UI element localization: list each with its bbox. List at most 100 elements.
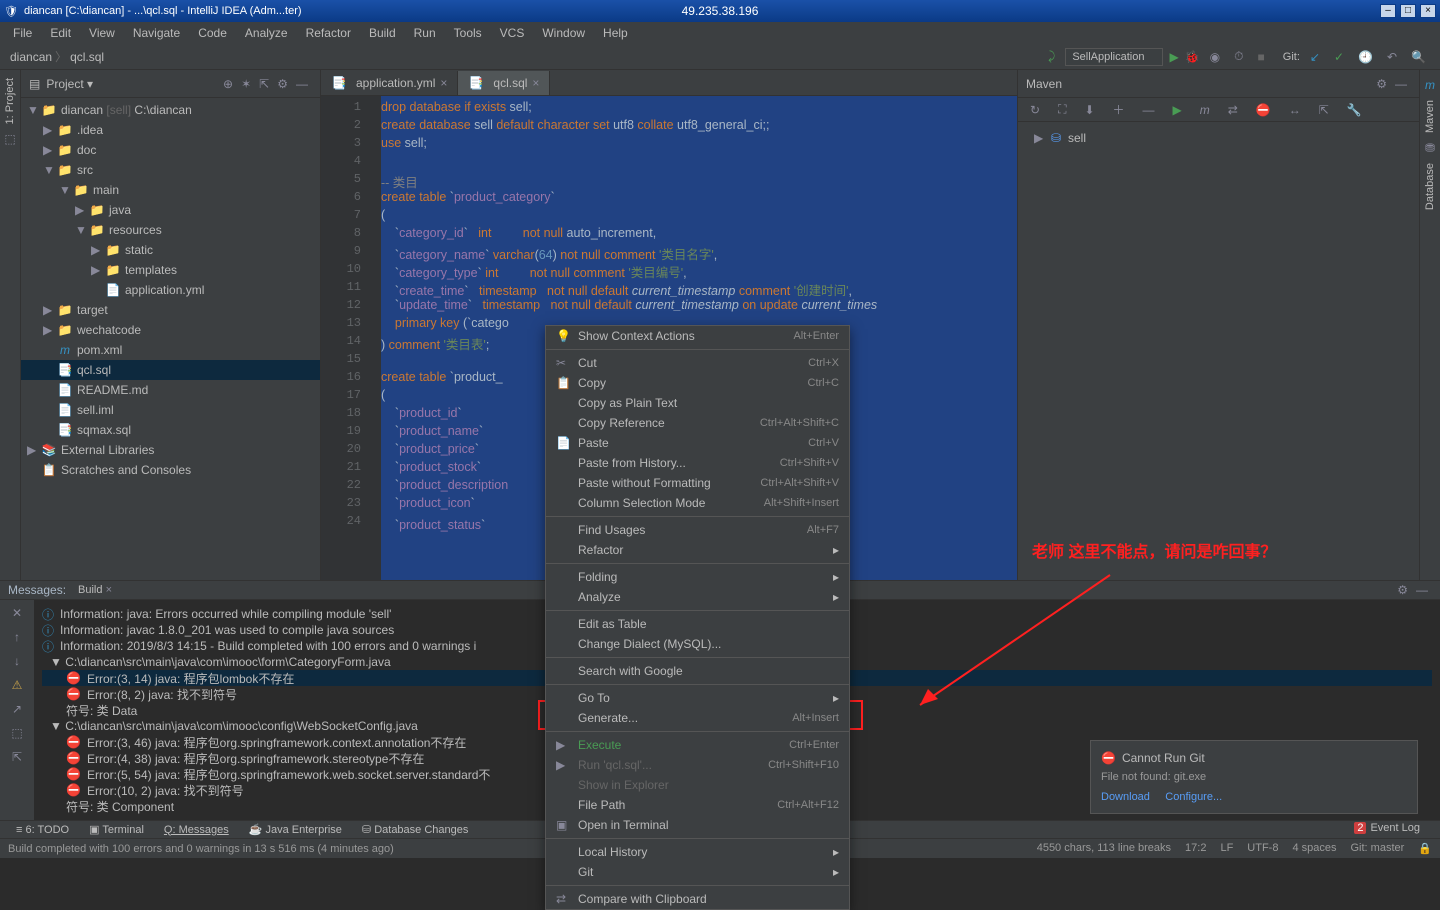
tree-node-application.yml[interactable]: 📄application.yml bbox=[21, 280, 320, 300]
close-icon[interactable]: × bbox=[106, 584, 112, 596]
messages-gear-icon[interactable]: ⚙ bbox=[1393, 583, 1412, 597]
tree-node-README.md[interactable]: 📄README.md bbox=[21, 380, 320, 400]
debug-button[interactable]: 🐞 bbox=[1185, 50, 1200, 64]
maven-generate-icon[interactable]: ⛶ bbox=[1054, 102, 1070, 117]
bottom-tab-0[interactable]: ≡ 6: TODO bbox=[6, 824, 79, 836]
external-libraries[interactable]: ▶📚External Libraries bbox=[21, 440, 320, 460]
locate-icon[interactable]: ⊕ bbox=[223, 77, 233, 91]
tree-node-doc[interactable]: ▶📁doc bbox=[21, 140, 320, 160]
bottom-tab-1[interactable]: ▣ Terminal bbox=[79, 823, 154, 836]
ctx-Paste[interactable]: 📄PasteCtrl+V bbox=[546, 433, 849, 453]
msg-collapse-icon[interactable]: ⇱ bbox=[8, 750, 26, 764]
maven-root[interactable]: ▶ ⛁ sell bbox=[1028, 128, 1409, 148]
gear-icon[interactable]: ⚙ bbox=[277, 77, 288, 91]
ctx-Paste from History...[interactable]: Paste from History...Ctrl+Shift+V bbox=[546, 453, 849, 473]
maven-remove-icon[interactable]: — bbox=[1139, 103, 1159, 117]
commander-icon[interactable]: ⬚ bbox=[4, 132, 15, 146]
maven-gear-icon[interactable]: ⚙ bbox=[1376, 77, 1387, 91]
tree-node-.idea[interactable]: ▶📁.idea bbox=[21, 120, 320, 140]
menu-analyze[interactable]: Analyze bbox=[236, 26, 297, 40]
coverage-icon[interactable]: ◉ bbox=[1206, 50, 1224, 64]
tree-node-java[interactable]: ▶📁java bbox=[21, 200, 320, 220]
menu-refactor[interactable]: Refactor bbox=[297, 26, 360, 40]
maven-add-icon[interactable]: ＋ bbox=[1109, 101, 1129, 118]
bottom-tab-3[interactable]: ☕ Java Enterprise bbox=[239, 823, 352, 836]
git-history-icon[interactable]: 🕘 bbox=[1354, 50, 1377, 64]
msg-expand-icon[interactable]: ⬚ bbox=[7, 726, 26, 740]
git-download-link[interactable]: Download bbox=[1101, 791, 1150, 803]
messages-build-tab[interactable]: Build × bbox=[66, 584, 124, 596]
tree-node-sqmax.sql[interactable]: 📑sqmax.sql bbox=[21, 420, 320, 440]
ctx-Cut[interactable]: ✂CutCtrl+X bbox=[546, 353, 849, 373]
status-git[interactable]: Git: master bbox=[1351, 842, 1405, 855]
tab-application.yml[interactable]: 📑application.yml× bbox=[321, 71, 458, 95]
project-root[interactable]: ▼📁diancan [sell] C:\diancan bbox=[21, 100, 320, 120]
profile-icon[interactable]: ⏱ bbox=[1230, 49, 1247, 64]
close-icon[interactable]: × bbox=[440, 76, 447, 90]
close-button[interactable]: × bbox=[1420, 4, 1436, 18]
search-icon[interactable]: 🔍 bbox=[1407, 50, 1430, 64]
ctx-Compare with Clipboard[interactable]: ⇄Compare with Clipboard bbox=[546, 889, 849, 909]
status-lock-icon[interactable]: 🔒 bbox=[1418, 842, 1432, 855]
ctx-Edit as Table[interactable]: Edit as Table bbox=[546, 614, 849, 634]
menu-vcs[interactable]: VCS bbox=[491, 26, 534, 40]
messages-hide-icon[interactable]: — bbox=[1412, 583, 1432, 597]
tree-node-static[interactable]: ▶📁static bbox=[21, 240, 320, 260]
ctx-File Path[interactable]: File PathCtrl+Alt+F12 bbox=[546, 795, 849, 815]
ctx-Show Context Actions[interactable]: 💡Show Context ActionsAlt+Enter bbox=[546, 326, 849, 346]
msg-up-icon[interactable]: ↑ bbox=[10, 630, 24, 644]
maximize-button[interactable]: □ bbox=[1400, 4, 1416, 18]
git-update-icon[interactable]: ↙ bbox=[1306, 50, 1324, 64]
status-encoding[interactable]: UTF-8 bbox=[1247, 842, 1278, 855]
collapse-icon[interactable]: ⇱ bbox=[259, 77, 269, 91]
maven-reimport-icon[interactable]: ↻ bbox=[1026, 103, 1044, 117]
ctx-Generate...[interactable]: Generate...Alt+Insert bbox=[546, 708, 849, 728]
project-tool-button[interactable]: 1: Project bbox=[4, 78, 16, 124]
msg-close-icon[interactable]: ✕ bbox=[8, 606, 26, 620]
menu-edit[interactable]: Edit bbox=[41, 26, 80, 40]
tab-qcl.sql[interactable]: 📑qcl.sql× bbox=[458, 71, 550, 95]
stop-button[interactable]: ■ bbox=[1254, 50, 1269, 64]
database-strip-label[interactable]: Database bbox=[1424, 163, 1436, 210]
ctx-Paste without Formatting[interactable]: Paste without FormattingCtrl+Alt+Shift+V bbox=[546, 473, 849, 493]
menu-run[interactable]: Run bbox=[405, 26, 445, 40]
maven-strip-label[interactable]: Maven bbox=[1424, 100, 1436, 133]
tree-node-wechatcode[interactable]: ▶📁wechatcode bbox=[21, 320, 320, 340]
maven-collapse-icon[interactable]: ⇱ bbox=[1315, 103, 1333, 117]
maven-m-icon[interactable]: m bbox=[1196, 103, 1214, 117]
ctx-Git[interactable]: Git▸ bbox=[546, 862, 849, 882]
ctx-Change Dialect (MySQL)...[interactable]: Change Dialect (MySQL)... bbox=[546, 634, 849, 654]
ctx-Search with Google[interactable]: Search with Google bbox=[546, 661, 849, 681]
bottom-tab-4[interactable]: ⛁ Database Changes bbox=[352, 823, 478, 836]
tree-node-pom.xml[interactable]: mpom.xml bbox=[21, 340, 320, 360]
ctx-Analyze[interactable]: Analyze▸ bbox=[546, 587, 849, 607]
ctx-Column Selection Mode[interactable]: Column Selection ModeAlt+Shift+Insert bbox=[546, 493, 849, 513]
maven-graph-icon[interactable]: ↔ bbox=[1285, 103, 1305, 117]
menu-view[interactable]: View bbox=[80, 26, 124, 40]
tree-node-resources[interactable]: ▼📁resources bbox=[21, 220, 320, 240]
maven-run-icon[interactable]: ▶ bbox=[1169, 103, 1186, 117]
ctx-Copy[interactable]: 📋CopyCtrl+C bbox=[546, 373, 849, 393]
breadcrumb-root[interactable]: diancan bbox=[10, 50, 52, 64]
run-config-select[interactable]: SellApplication bbox=[1065, 48, 1163, 66]
status-lf[interactable]: LF bbox=[1220, 842, 1233, 855]
bottom-tab-2[interactable]: Q: Messages bbox=[154, 824, 239, 836]
ctx-Open in Terminal[interactable]: ▣Open in Terminal bbox=[546, 815, 849, 835]
tree-node-main[interactable]: ▼📁main bbox=[21, 180, 320, 200]
maven-download-icon[interactable]: ⬇ bbox=[1080, 103, 1098, 117]
minimize-button[interactable]: – bbox=[1380, 4, 1396, 18]
ctx-Refactor[interactable]: Refactor▸ bbox=[546, 540, 849, 560]
maven-wrench-icon[interactable]: 🔧 bbox=[1343, 103, 1366, 117]
git-configure-link[interactable]: Configure... bbox=[1165, 791, 1222, 803]
ctx-Execute[interactable]: ▶ExecuteCtrl+Enter bbox=[546, 735, 849, 755]
menu-navigate[interactable]: Navigate bbox=[124, 26, 189, 40]
tree-node-sell.iml[interactable]: 📄sell.iml bbox=[21, 400, 320, 420]
msg-warning-icon[interactable]: ⚠ bbox=[8, 678, 27, 692]
menu-tools[interactable]: Tools bbox=[445, 26, 491, 40]
ctx-Folding[interactable]: Folding▸ bbox=[546, 567, 849, 587]
status-indent[interactable]: 4 spaces bbox=[1292, 842, 1336, 855]
ctx-Copy Reference[interactable]: Copy ReferenceCtrl+Alt+Shift+C bbox=[546, 413, 849, 433]
tree-node-templates[interactable]: ▶📁templates bbox=[21, 260, 320, 280]
build-icon[interactable]: ⤸ bbox=[1044, 49, 1059, 64]
expand-icon[interactable]: ✶ bbox=[241, 77, 251, 91]
